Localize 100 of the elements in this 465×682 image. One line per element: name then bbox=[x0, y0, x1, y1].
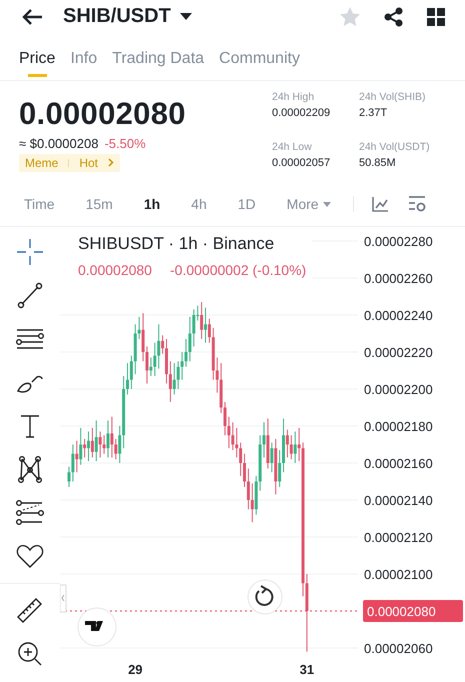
candlestick bbox=[75, 440, 78, 473]
candlestick bbox=[298, 427, 301, 462]
candlestick bbox=[290, 434, 293, 460]
trend-line-icon[interactable] bbox=[15, 280, 45, 310]
candlestick bbox=[110, 416, 114, 458]
candlestick bbox=[168, 360, 172, 402]
candlestick bbox=[172, 362, 176, 396]
candlestick bbox=[146, 346, 148, 384]
price-axis-label: 0.00002120 bbox=[364, 530, 433, 545]
legend-change: -0.00000002 (-0.10%) bbox=[170, 262, 306, 278]
tag-label: Meme bbox=[25, 156, 58, 170]
share-icon[interactable] bbox=[384, 6, 404, 27]
candlestick bbox=[208, 318, 211, 344]
star-icon[interactable] bbox=[339, 6, 361, 28]
tab[interactable]: Price bbox=[19, 50, 56, 80]
fiat-price: ≈ $0.0000208 bbox=[19, 136, 98, 151]
interval-tab[interactable]: 1D bbox=[238, 196, 256, 212]
tab[interactable]: Community bbox=[219, 50, 300, 80]
candlestick bbox=[294, 431, 297, 464]
candlestick bbox=[130, 355, 133, 390]
price-axis-label: 0.00002180 bbox=[364, 418, 433, 434]
more-dropdown[interactable]: More bbox=[286, 196, 331, 212]
stat-label: 24h High bbox=[272, 90, 316, 103]
tab[interactable]: Info bbox=[70, 50, 98, 80]
grid-icon[interactable] bbox=[427, 8, 445, 26]
candlestick bbox=[286, 429, 289, 458]
stat-label: 24h Vol(USDT) bbox=[359, 141, 431, 154]
candlestick bbox=[246, 468, 250, 510]
candlestick bbox=[184, 338, 188, 368]
forecast-lines-icon[interactable] bbox=[15, 498, 45, 528]
candlestick bbox=[94, 420, 98, 462]
settings-list-icon[interactable] bbox=[408, 196, 426, 212]
candlestick bbox=[68, 466, 70, 488]
tag-label: Hot bbox=[79, 156, 98, 170]
interval-tab[interactable]: 4h bbox=[191, 196, 207, 212]
candlestick bbox=[98, 431, 102, 458]
price-axis-label: 0.00002160 bbox=[364, 456, 433, 471]
price-axis-label: 0.00002100 bbox=[364, 566, 433, 582]
chevron-icon bbox=[108, 158, 114, 168]
interval-tab[interactable]: 1h bbox=[144, 196, 160, 212]
reset-view-button[interactable] bbox=[248, 579, 282, 614]
chart-indicator-icon[interactable] bbox=[372, 196, 388, 212]
stat-value: 0.00002057 bbox=[272, 157, 332, 170]
last-price: 0.00002080 bbox=[19, 96, 187, 132]
price-change: -5.50% bbox=[104, 136, 146, 151]
candlestick bbox=[114, 438, 118, 460]
ref-line-label: 0.00002080 bbox=[367, 604, 436, 619]
price-axis-label: 0.00002260 bbox=[364, 270, 433, 286]
candlestick bbox=[188, 316, 192, 362]
caret-icon[interactable] bbox=[180, 12, 192, 21]
chart-legend-title: SHIBUSDT · 1h · Binance bbox=[78, 234, 274, 253]
stat-value: 0.00002209 bbox=[272, 106, 332, 119]
candlestick bbox=[83, 438, 86, 458]
candlestick bbox=[200, 302, 204, 340]
candlestick bbox=[79, 427, 82, 466]
candlestick bbox=[90, 427, 94, 458]
tag-strip[interactable]: Meme Hot bbox=[19, 154, 120, 172]
pattern-icon[interactable] bbox=[15, 454, 45, 484]
stat-label: 24h Vol(SHIB) bbox=[359, 90, 427, 103]
candlestick bbox=[106, 420, 110, 458]
candlestick bbox=[87, 431, 90, 462]
crosshair-icon[interactable] bbox=[15, 236, 45, 267]
candlestick bbox=[239, 442, 242, 476]
legend-price: 0.00002080 bbox=[78, 262, 152, 278]
price-axis-label: 0.00002060 bbox=[364, 640, 433, 656]
candlestick bbox=[243, 453, 246, 488]
candlestick bbox=[224, 401, 226, 436]
logo-icon[interactable] bbox=[78, 607, 116, 646]
time-axis-label: 29 bbox=[128, 662, 143, 677]
last-price-tag: 0.00002080 bbox=[363, 600, 463, 622]
time-axis-label: 31 bbox=[300, 662, 314, 677]
candlestick bbox=[118, 425, 122, 464]
candlestick bbox=[262, 422, 266, 458]
candlestick bbox=[71, 444, 74, 482]
candlestick bbox=[192, 308, 196, 347]
candlestick bbox=[270, 442, 274, 473]
candlestick bbox=[102, 434, 106, 454]
caret-icon bbox=[322, 202, 331, 207]
candlestick bbox=[278, 450, 282, 488]
candlestick bbox=[161, 334, 164, 354]
tab[interactable]: Trading Data bbox=[112, 50, 204, 80]
stat-label: 24h Low bbox=[272, 141, 313, 154]
candlestick bbox=[142, 312, 145, 362]
price-axis-label: 0.00002200 bbox=[364, 382, 433, 397]
stat-value: 2.37T bbox=[359, 106, 388, 119]
stat-value: 50.85M bbox=[359, 157, 397, 170]
price-axis-label: 0.00002140 bbox=[364, 492, 433, 508]
candlestick bbox=[250, 482, 254, 523]
interval-tab[interactable]: Time bbox=[24, 196, 55, 212]
price-axis-label: 0.00002280 bbox=[364, 234, 433, 249]
candlestick bbox=[227, 416, 230, 449]
back-arrow-icon[interactable] bbox=[21, 8, 43, 26]
candlestick bbox=[149, 357, 152, 377]
candlestick bbox=[204, 307, 207, 344]
candlestick bbox=[126, 362, 129, 396]
collapse-toolbar-handle[interactable] bbox=[60, 584, 66, 612]
interval-tab[interactable]: 15m bbox=[86, 196, 113, 212]
candlestick bbox=[180, 351, 184, 380]
pair-title[interactable]: SHIB/USDT bbox=[63, 5, 171, 28]
price-axis-label: 0.00002220 bbox=[364, 344, 433, 360]
